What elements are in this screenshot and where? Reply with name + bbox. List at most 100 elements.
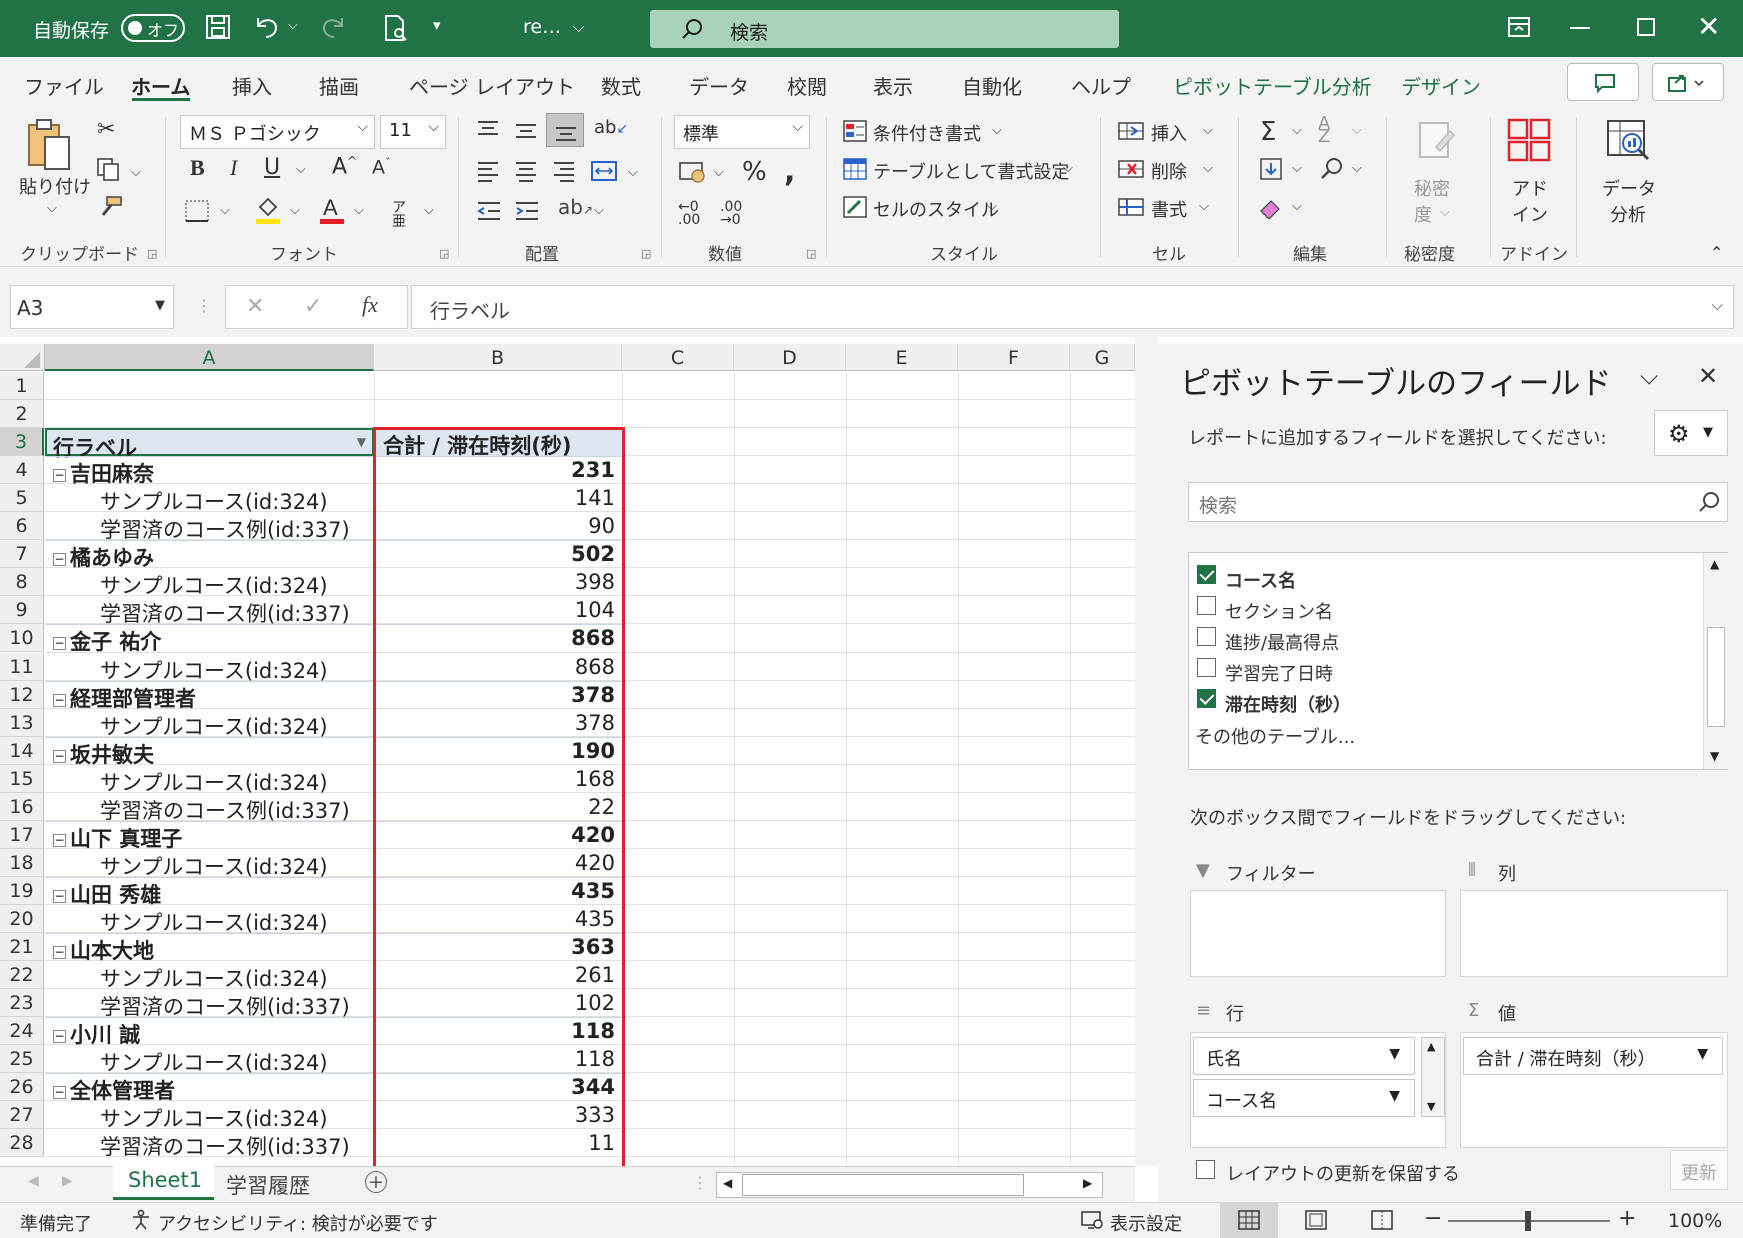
align-left-icon[interactable] (476, 159, 500, 183)
cut-icon[interactable]: ✂ (97, 119, 115, 141)
angle-dropdown-icon[interactable]: ⌵ (594, 203, 604, 218)
value-field-dropdown-icon[interactable]: ▼ (1697, 1046, 1708, 1062)
rows-scroll-down-icon[interactable]: ▼ (1427, 1100, 1435, 1113)
pivot-group-row[interactable]: − 山本大地 (45, 933, 374, 963)
row-header[interactable]: 13 (0, 708, 44, 737)
zoom-level[interactable]: 100% (1668, 1210, 1722, 1232)
value-field-staytime[interactable]: 合計 / 滞在時刻（秒） ▼ (1463, 1037, 1723, 1075)
maximize-icon[interactable] (1637, 18, 1655, 36)
redo-icon[interactable] (318, 14, 348, 40)
insert-cells-dropdown-icon[interactable]: ⌵ (1203, 123, 1213, 138)
collapse-icon[interactable]: − (53, 469, 66, 483)
pivot-item-row[interactable]: サンプルコース(id:324) (45, 653, 374, 683)
data-analysis-icon[interactable] (1604, 117, 1654, 163)
name-box[interactable]: A3 ▼ (10, 285, 174, 329)
field-checkbox-completed[interactable] (1197, 658, 1216, 677)
row-field-course-dropdown-icon[interactable]: ▼ (1389, 1088, 1400, 1104)
row-header[interactable]: 25 (0, 1045, 44, 1074)
align-top-icon[interactable] (476, 119, 500, 141)
spreadsheet-grid[interactable]: ABCDEFG 1 2 3 行ラベル ▼ 合計 / 滞在時刻(秒) 4− 吉田麻奈 231 5 サン… (0, 344, 1135, 1166)
field-search-input[interactable]: 検索 (1188, 482, 1728, 522)
filename[interactable]: re… (523, 16, 561, 38)
row-header[interactable]: 14 (0, 736, 44, 765)
orientation-icon[interactable]: ab↙ (594, 119, 628, 137)
page-break-view-icon[interactable] (1371, 1210, 1393, 1230)
collapse-icon[interactable]: − (53, 693, 66, 707)
tab-draw[interactable]: 描画 (319, 71, 359, 100)
fill-dropdown-icon[interactable]: ⌵ (1292, 161, 1302, 176)
undo-icon[interactable] (252, 14, 282, 40)
format-painter-icon[interactable] (97, 195, 123, 219)
borders-icon[interactable] (184, 199, 210, 223)
autosave-toggle[interactable]: オフ (121, 14, 185, 42)
formula-bar-grip-icon[interactable]: ⋮ (196, 296, 212, 315)
delete-cells-icon[interactable] (1117, 157, 1145, 181)
angle-text-icon[interactable]: ab↗ (558, 197, 593, 217)
field-list-scrollbar[interactable]: ▲ ▼ (1703, 553, 1728, 769)
delete-cells-button[interactable]: 削除 (1151, 158, 1187, 184)
sort-filter-dropdown-icon[interactable]: ⌵ (1352, 123, 1362, 138)
collapse-icon[interactable]: − (53, 1030, 66, 1044)
autosum-icon[interactable]: Σ (1260, 119, 1276, 145)
pivot-item-row[interactable]: サンプルコース(id:324) (45, 961, 374, 991)
cell-styles-button[interactable]: セルのスタイル (873, 196, 999, 222)
normal-view-button[interactable] (1220, 1203, 1278, 1238)
filter-drop-zone[interactable] (1190, 890, 1446, 977)
row-header[interactable]: 10 (0, 624, 44, 653)
tab-data[interactable]: データ (689, 71, 749, 100)
row-header[interactable]: 18 (0, 848, 44, 877)
underline-dropdown-icon[interactable]: ⌵ (296, 162, 306, 177)
row-header[interactable]: 12 (0, 680, 44, 709)
pivot-item-row[interactable]: 学習済のコース例(id:337) (45, 512, 374, 542)
format-cells-icon[interactable] (1117, 195, 1145, 219)
row-header[interactable]: 3 (0, 428, 44, 457)
clear-dropdown-icon[interactable]: ⌵ (1292, 199, 1302, 214)
more-tables-link[interactable]: その他のテーブル... (1195, 723, 1355, 749)
paste-icon[interactable] (25, 117, 73, 171)
columns-drop-zone[interactable] (1460, 890, 1728, 977)
addins-label-1[interactable]: アド (1512, 175, 1548, 201)
collapse-icon[interactable]: − (53, 637, 66, 651)
customize-qat-icon[interactable]: ▾ (433, 16, 441, 34)
format-as-table-dropdown-icon[interactable]: ⌵ (1063, 161, 1073, 176)
collapse-icon[interactable]: − (53, 833, 66, 847)
row-header[interactable]: 15 (0, 764, 44, 793)
fill-color-icon[interactable] (254, 195, 282, 225)
row-header[interactable]: 21 (0, 933, 44, 961)
align-middle-icon[interactable] (514, 119, 538, 141)
field-list-scroll-up-icon[interactable]: ▲ (1710, 557, 1719, 571)
bold-icon[interactable]: B (190, 157, 205, 179)
row-header[interactable]: 22 (0, 961, 44, 990)
pivot-group-row[interactable]: − 小川 誠 (45, 1017, 374, 1047)
sort-filter-icon[interactable]: AZ (1318, 115, 1330, 146)
collapse-icon[interactable]: − (53, 553, 66, 567)
values-drop-zone[interactable]: 合計 / 滞在時刻（秒） ▼ (1460, 1032, 1728, 1148)
next-sheet-icon[interactable]: ▶ (62, 1173, 73, 1189)
row-header[interactable]: 17 (0, 820, 44, 849)
collapse-icon[interactable]: − (53, 946, 66, 959)
row-header[interactable]: 24 (0, 1017, 44, 1046)
comments-button[interactable] (1567, 63, 1639, 101)
row-header[interactable]: 1 (0, 372, 44, 400)
prev-sheet-icon[interactable]: ◀ (28, 1173, 39, 1189)
pivot-item-row[interactable]: サンプルコース(id:324) (45, 484, 374, 514)
sensitivity-label-2[interactable]: 度 (1414, 201, 1432, 227)
display-settings-label[interactable]: 表示設定 (1110, 1210, 1182, 1236)
formula-input[interactable]: 行ラベル ⌵ (411, 285, 1734, 329)
column-header-d[interactable]: D (734, 344, 846, 371)
cancel-entry-icon[interactable]: ✕ (246, 294, 264, 319)
delete-cells-dropdown-icon[interactable]: ⌵ (1203, 161, 1213, 176)
font-launcher-icon[interactable]: ◲ (439, 247, 449, 260)
sensitivity-icon[interactable] (1412, 117, 1458, 163)
pivot-group-row[interactable]: − 吉田麻奈 (45, 456, 374, 486)
row-field-name-dropdown-icon[interactable]: ▼ (1389, 1046, 1400, 1062)
pivot-group-row[interactable]: − 経理部管理者 (45, 681, 374, 711)
accessibility-status[interactable]: アクセシビリティ: 検討が必要です (158, 1210, 438, 1236)
defer-update-label[interactable]: レイアウトの更新を保留する (1226, 1160, 1460, 1186)
decrease-indent-icon[interactable] (476, 199, 502, 223)
column-header-g[interactable]: G (1070, 344, 1135, 371)
merge-dropdown-icon[interactable]: ⌵ (628, 165, 638, 180)
paste-label[interactable]: 貼り付け (19, 173, 91, 199)
field-checkbox-staytime[interactable] (1197, 689, 1216, 708)
expand-formula-icon[interactable]: ⌵ (1712, 296, 1723, 314)
